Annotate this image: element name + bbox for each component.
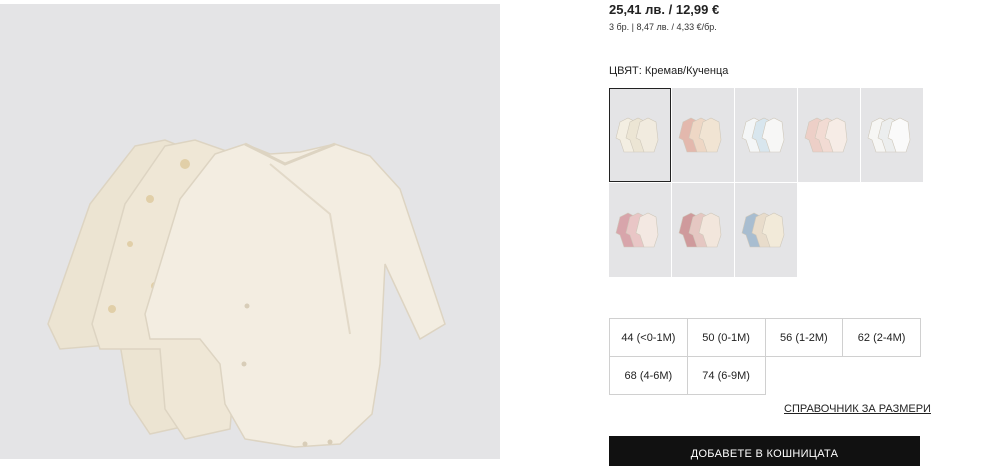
swatch-thumbnail xyxy=(741,117,785,153)
color-swatch[interactable] xyxy=(798,88,860,182)
unit-price: 3 бр. | 8,47 лв. / 4,33 €/бр. xyxy=(609,22,717,32)
size-option[interactable]: 50 (0-1M) xyxy=(687,319,766,357)
size-option[interactable]: 44 (<0-1M) xyxy=(610,319,688,357)
swatch-thumbnail xyxy=(867,117,911,153)
color-swatch[interactable] xyxy=(609,88,671,182)
size-option[interactable]: 74 (6-9M) xyxy=(687,357,766,395)
color-swatch-grid xyxy=(609,88,923,277)
add-to-cart-button[interactable]: ДОБАВЕТЕ В КОШНИЦАТА xyxy=(609,436,920,466)
swatch-thumbnail xyxy=(678,117,722,153)
swatch-thumbnail xyxy=(678,212,722,248)
size-option[interactable]: 62 (2-4M) xyxy=(843,319,921,357)
color-swatch[interactable] xyxy=(672,88,734,182)
swatch-thumbnail xyxy=(804,117,848,153)
size-option[interactable]: 68 (4-6M) xyxy=(610,357,688,395)
product-price: 25,41 лв. / 12,99 € xyxy=(609,2,720,17)
product-image[interactable] xyxy=(0,4,500,459)
color-swatch[interactable] xyxy=(609,183,671,277)
color-label: ЦВЯТ: Кремав/Кученца xyxy=(609,65,729,77)
bodysuit-illustration xyxy=(47,139,446,448)
swatch-thumbnail xyxy=(615,212,659,248)
color-swatch[interactable] xyxy=(735,183,797,277)
size-guide-link[interactable]: СПРАВОЧНИК ЗА РАЗМЕРИ xyxy=(784,403,931,415)
size-selector: 44 (<0-1M) 50 (0-1M) 56 (1-2M) 62 (2-4M) 68 … xyxy=(609,318,921,395)
color-swatch[interactable] xyxy=(861,88,923,182)
swatch-thumbnail xyxy=(615,117,659,153)
size-option[interactable]: 56 (1-2M) xyxy=(765,319,844,357)
swatch-thumbnail xyxy=(741,212,785,248)
color-swatch[interactable] xyxy=(672,183,734,277)
color-swatch[interactable] xyxy=(735,88,797,182)
